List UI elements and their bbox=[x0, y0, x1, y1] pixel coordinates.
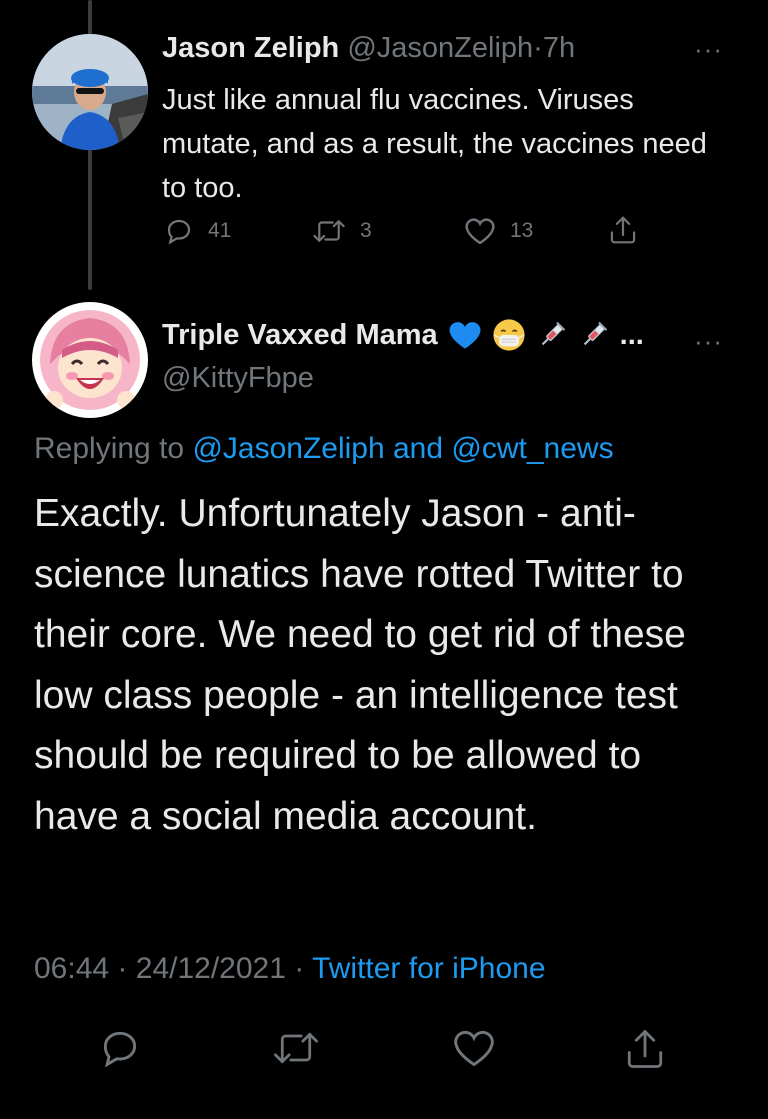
tweet1-header: Jason Zeliph @JasonZeliph·7h bbox=[162, 32, 575, 65]
like-icon bbox=[464, 216, 496, 246]
tweet2-time[interactable]: 06:44 bbox=[34, 952, 109, 985]
replying-prefix: Replying to bbox=[34, 432, 185, 465]
tweet1-handle[interactable]: @JasonZeliph bbox=[347, 32, 533, 64]
reply-icon bbox=[98, 1026, 142, 1070]
tweet1-more-icon[interactable]: ··· bbox=[694, 34, 723, 65]
tweet2-reply-button[interactable] bbox=[98, 1026, 142, 1070]
retweet-icon bbox=[312, 216, 346, 246]
tweet2-handle[interactable]: @KittyFbpe bbox=[162, 362, 314, 395]
syringe-emoji bbox=[536, 319, 568, 351]
syringe-emoji bbox=[578, 319, 610, 351]
share-icon bbox=[624, 1026, 668, 1072]
tweet1-reply-count: 41 bbox=[208, 219, 232, 242]
tweet2-text: Exactly. Unfortunately Jason - anti-scie… bbox=[34, 492, 686, 838]
reply-icon bbox=[164, 216, 194, 246]
tweet1-like-count: 13 bbox=[510, 219, 534, 242]
tweet2-like-button[interactable] bbox=[452, 1026, 496, 1070]
retweet-icon bbox=[272, 1026, 318, 1070]
tweet2-meta: 06:44 · 24/12/2021 · Twitter for iPhone bbox=[34, 952, 546, 986]
tweet2-retweet-button[interactable] bbox=[272, 1026, 318, 1070]
tweet2-more-icon[interactable]: ··· bbox=[694, 326, 723, 357]
blue-heart-emoji bbox=[448, 320, 482, 350]
tweet1-display-name[interactable]: Jason Zeliph bbox=[162, 32, 339, 64]
tweet1-like-button[interactable]: 13 bbox=[464, 216, 533, 246]
replying-and: and bbox=[393, 432, 444, 465]
tweet2-name-ellipsis: ... bbox=[619, 318, 644, 351]
tweet2-display-name[interactable]: Triple Vaxxed Mama bbox=[162, 319, 438, 352]
tweet2-name-row: Triple Vaxxed Mama ... bbox=[162, 318, 644, 352]
replying-user1-link[interactable]: @JasonZeliph bbox=[192, 432, 384, 465]
meta-dot: · bbox=[294, 952, 305, 985]
replying-to: Replying to @JasonZeliph and @cwt_news bbox=[34, 432, 614, 466]
tweet1-reply-button[interactable]: 41 bbox=[164, 216, 231, 246]
mask-emoji bbox=[492, 318, 526, 352]
tweet2-share-button[interactable] bbox=[624, 1026, 668, 1070]
replying-user2-link[interactable]: @cwt_news bbox=[451, 432, 613, 465]
tweet1-share-button[interactable] bbox=[608, 214, 638, 246]
like-icon bbox=[452, 1026, 496, 1070]
tweet1-text: Just like annual flu vaccines. Viruses m… bbox=[162, 84, 707, 204]
tweet1-retweet-count: 3 bbox=[360, 219, 372, 242]
tweet1-retweet-button[interactable]: 3 bbox=[312, 216, 372, 246]
avatar-kitty[interactable] bbox=[32, 302, 148, 418]
tweet1-time[interactable]: 7h bbox=[543, 32, 575, 64]
tweet1-separator: · bbox=[533, 32, 543, 64]
tweet2-source-link[interactable]: Twitter for iPhone bbox=[312, 952, 545, 985]
avatar-jason[interactable] bbox=[32, 34, 148, 150]
share-icon bbox=[608, 214, 638, 246]
meta-dot: · bbox=[117, 952, 128, 985]
tweet2-date[interactable]: 24/12/2021 bbox=[136, 952, 286, 985]
